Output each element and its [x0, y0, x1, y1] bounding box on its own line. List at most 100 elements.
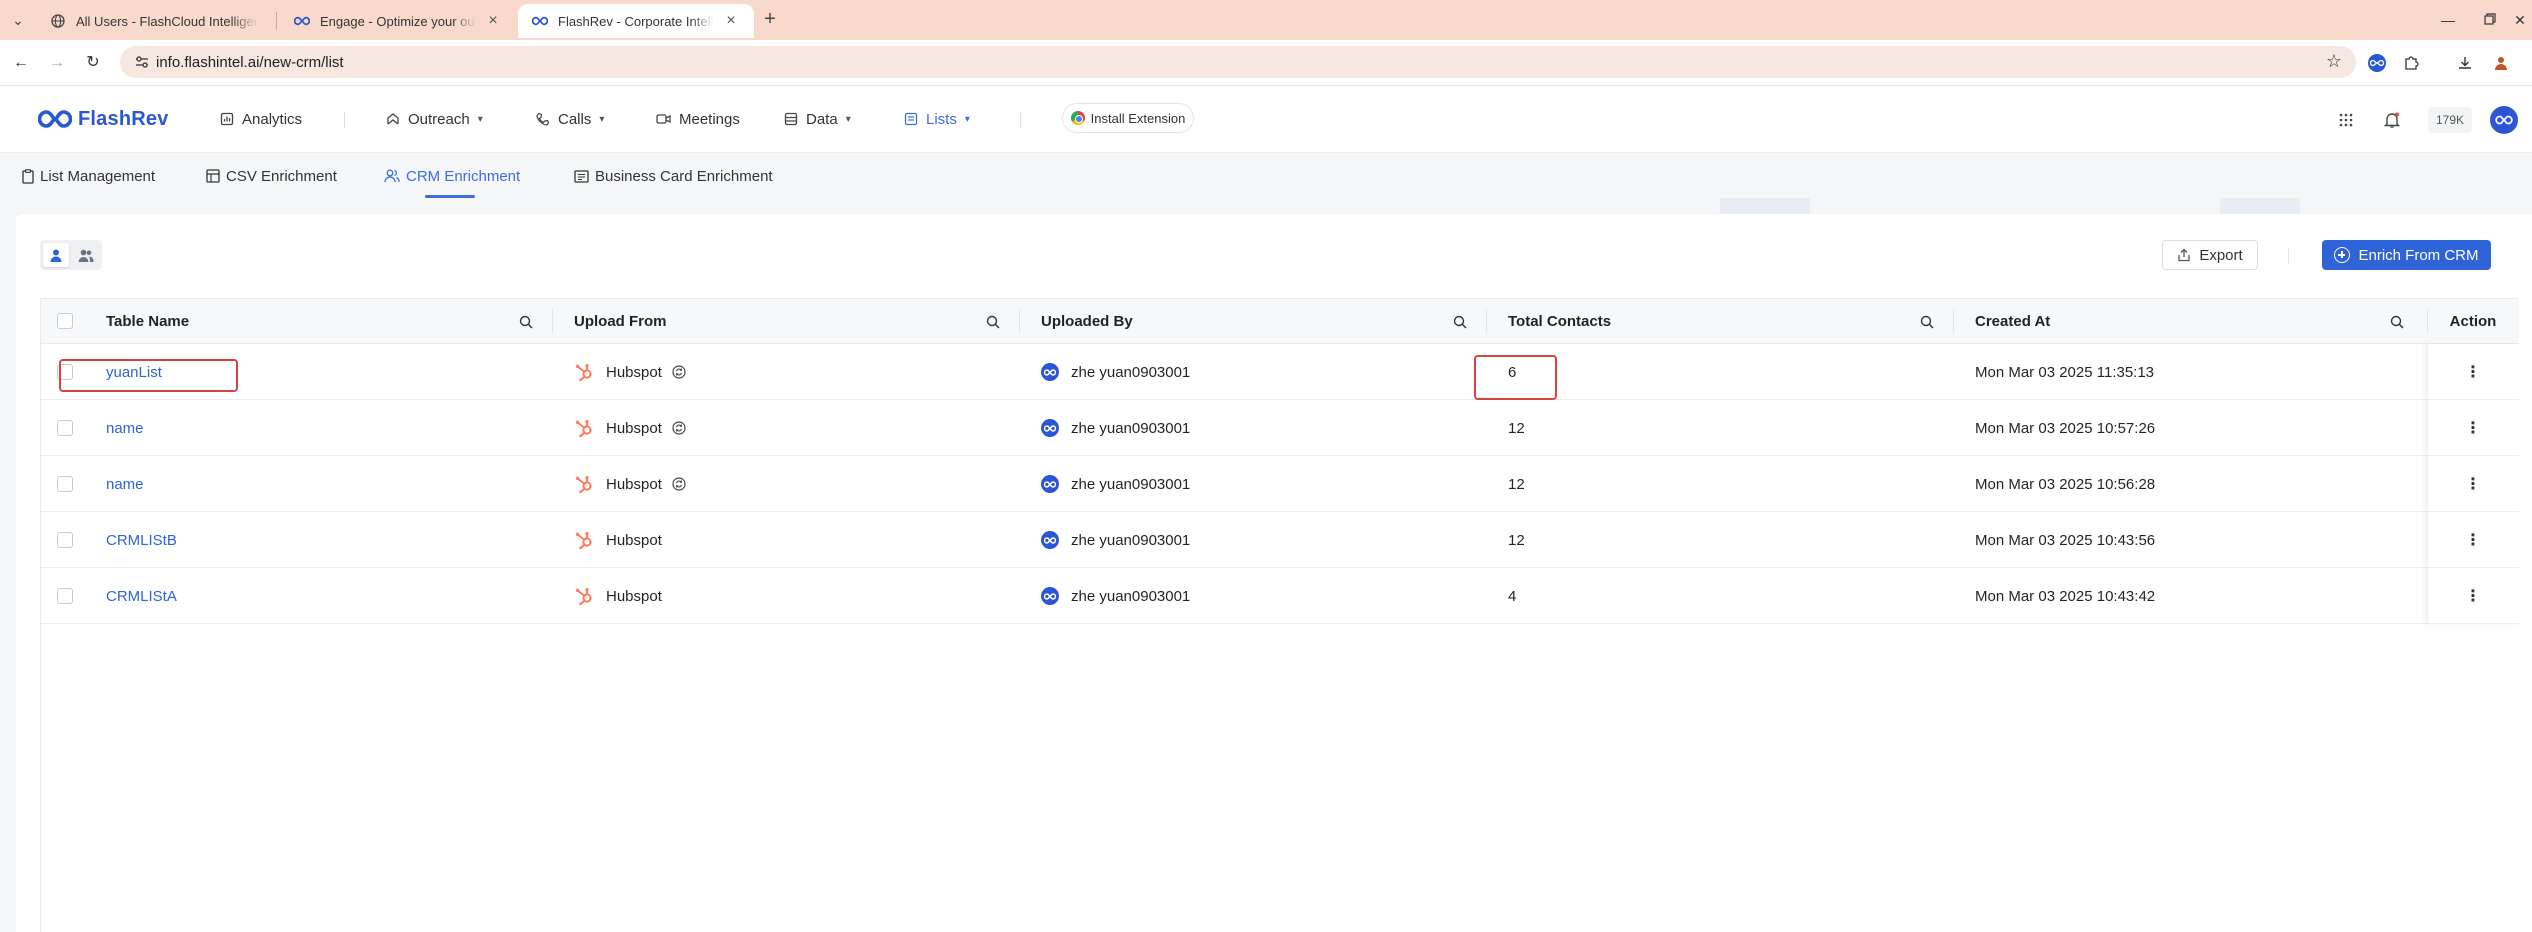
browser-tab[interactable]: Engage - Optimize your outreach × [280, 4, 516, 38]
clipboard-icon [22, 168, 34, 184]
site-info-icon[interactable] [134, 54, 150, 70]
flashrev-extension-icon[interactable] [2366, 52, 2388, 74]
sync-icon[interactable] [672, 421, 686, 435]
user-avatar[interactable] [2490, 106, 2518, 134]
table-name-link[interactable]: name [106, 400, 144, 456]
row-checkbox[interactable] [57, 420, 73, 436]
uploaded-by-cell: zhe yuan0903001 [1041, 512, 1190, 568]
uploader-name: zhe yuan0903001 [1071, 531, 1191, 549]
uploaded-by-cell: zhe yuan0903001 [1041, 568, 1190, 624]
new-tab-button[interactable]: + [758, 8, 782, 32]
close-tab-icon[interactable]: × [484, 12, 502, 30]
sync-icon[interactable] [672, 477, 686, 491]
select-all-checkbox[interactable] [57, 313, 73, 329]
row-checkbox[interactable] [57, 476, 73, 492]
restore-icon[interactable] [2478, 8, 2502, 32]
export-button[interactable]: Export [2162, 240, 2258, 270]
brand-name: FlashRev [78, 107, 169, 130]
source-label: Hubspot [606, 587, 662, 605]
minimize-icon[interactable]: — [2436, 8, 2460, 32]
search-icon[interactable] [517, 313, 535, 331]
created-at-cell: Mon Mar 03 2025 10:56:28 [1975, 475, 2156, 493]
tab-business-card-enrichment[interactable]: Business Card Enrichment [574, 165, 773, 187]
back-icon[interactable]: ← [10, 52, 32, 74]
table-name-link[interactable]: CRMLIStB [106, 512, 177, 568]
search-icon[interactable] [984, 313, 1002, 331]
decorative-banner [2220, 198, 2300, 214]
active-tab-indicator [425, 195, 475, 198]
hubspot-icon [574, 362, 594, 382]
uploader-name: zhe yuan0903001 [1071, 363, 1191, 381]
tab-crm-enrichment[interactable]: CRM Enrichment [384, 165, 520, 187]
tab-label: Business Card Enrichment [595, 167, 773, 185]
uploader-name: zhe yuan0903001 [1071, 475, 1191, 493]
row-checkbox[interactable] [57, 588, 73, 604]
search-icon[interactable] [2388, 313, 2406, 331]
search-icon[interactable] [1918, 313, 1936, 331]
nav-divider [1020, 112, 1021, 128]
nav-outreach[interactable]: Outreach ▾ [386, 108, 483, 130]
close-tab-icon[interactable]: × [722, 12, 740, 30]
column-divider [552, 309, 553, 333]
app-header: FlashRev Analytics Outreach ▾ Calls ▾ Me… [0, 86, 2532, 152]
nav-label: Lists [926, 110, 957, 128]
address-bar[interactable]: info.flashintel.ai/new-crm/list ☆ [120, 46, 2356, 78]
tab-divider [276, 12, 277, 30]
tab-title: Engage - Optimize your outreach [320, 13, 476, 29]
flashrev-logo[interactable]: FlashRev [38, 106, 169, 132]
table-row[interactable]: CRMLIStA Hubspot zhe yuan0903001 4 Mon M… [41, 568, 2519, 624]
table-row[interactable]: yuanList Hubspot zhe yuan0903001 6 Mon M… [41, 344, 2519, 400]
group-view-button[interactable] [73, 243, 99, 267]
tab-csv-enrichment[interactable]: CSV Enrichment [206, 165, 337, 187]
nav-data[interactable]: Data ▾ [784, 108, 851, 130]
column-header-created-at: Created At [1975, 313, 2051, 330]
uploaded-by-cell: zhe yuan0903001 [1041, 456, 1190, 512]
browser-tab-active[interactable]: FlashRev - Corporate Intelligence × [518, 4, 754, 38]
table-row[interactable]: name Hubspot zhe yuan0903001 12 Mon Mar … [41, 456, 2519, 512]
table-row[interactable]: CRMLIStB Hubspot zhe yuan0903001 12 Mon … [41, 512, 2519, 568]
url-text[interactable]: info.flashintel.ai/new-crm/list [156, 54, 344, 71]
table-name-link[interactable]: CRMLIStA [106, 568, 177, 624]
credits-badge[interactable]: 179K [2428, 107, 2472, 133]
enrich-label: Enrich From CRM [2358, 246, 2479, 264]
search-icon[interactable] [1451, 313, 1469, 331]
created-at-cell: Mon Mar 03 2025 10:43:42 [1975, 587, 2156, 605]
nav-label: Meetings [679, 110, 740, 128]
view-toggle [40, 240, 102, 270]
table-name-link[interactable]: name [106, 456, 144, 512]
bookmark-star-icon[interactable]: ☆ [2326, 51, 2342, 72]
forward-icon[interactable]: → [46, 52, 68, 74]
browser-tab[interactable]: All Users - FlashCloud Intelligence [36, 4, 272, 38]
close-window-icon[interactable]: ✕ [2508, 8, 2532, 32]
export-icon [2177, 248, 2191, 262]
business-card-icon [574, 169, 589, 183]
tab-search-chevron-icon[interactable]: ⌄ [8, 10, 28, 30]
profile-icon[interactable] [2490, 52, 2512, 74]
nav-label: Analytics [242, 110, 303, 128]
extensions-puzzle-icon[interactable] [2400, 52, 2422, 74]
reload-icon[interactable]: ↻ [82, 52, 104, 74]
outreach-icon [386, 112, 400, 126]
notification-bell-icon[interactable] [2380, 108, 2404, 132]
tab-list-management[interactable]: List Management [22, 165, 155, 187]
nav-analytics[interactable]: Analytics [220, 108, 302, 130]
source-label: Hubspot [606, 475, 662, 493]
install-extension-button[interactable]: Install Extension [1062, 103, 1194, 133]
apps-grid-icon[interactable] [2334, 108, 2358, 132]
uploader-name: zhe yuan0903001 [1071, 419, 1191, 437]
user-avatar-icon [1041, 363, 1059, 381]
nav-meetings[interactable]: Meetings [656, 108, 740, 130]
nav-calls[interactable]: Calls ▾ [536, 108, 604, 130]
tab-label: CRM Enrichment [406, 167, 521, 185]
enrich-from-crm-button[interactable]: Enrich From CRM [2322, 240, 2491, 270]
single-user-view-button[interactable] [43, 243, 69, 267]
chevron-down-icon: ▾ [845, 113, 851, 125]
table-row[interactable]: name Hubspot zhe yuan0903001 12 Mon Mar … [41, 400, 2519, 456]
row-checkbox[interactable] [57, 532, 73, 548]
download-icon[interactable] [2454, 52, 2476, 74]
nav-lists[interactable]: Lists ▾ [904, 108, 970, 130]
upload-from-cell: Hubspot [574, 344, 686, 400]
sync-icon[interactable] [672, 365, 686, 379]
globe-icon [50, 13, 66, 29]
infinity-logo-icon [38, 110, 72, 128]
